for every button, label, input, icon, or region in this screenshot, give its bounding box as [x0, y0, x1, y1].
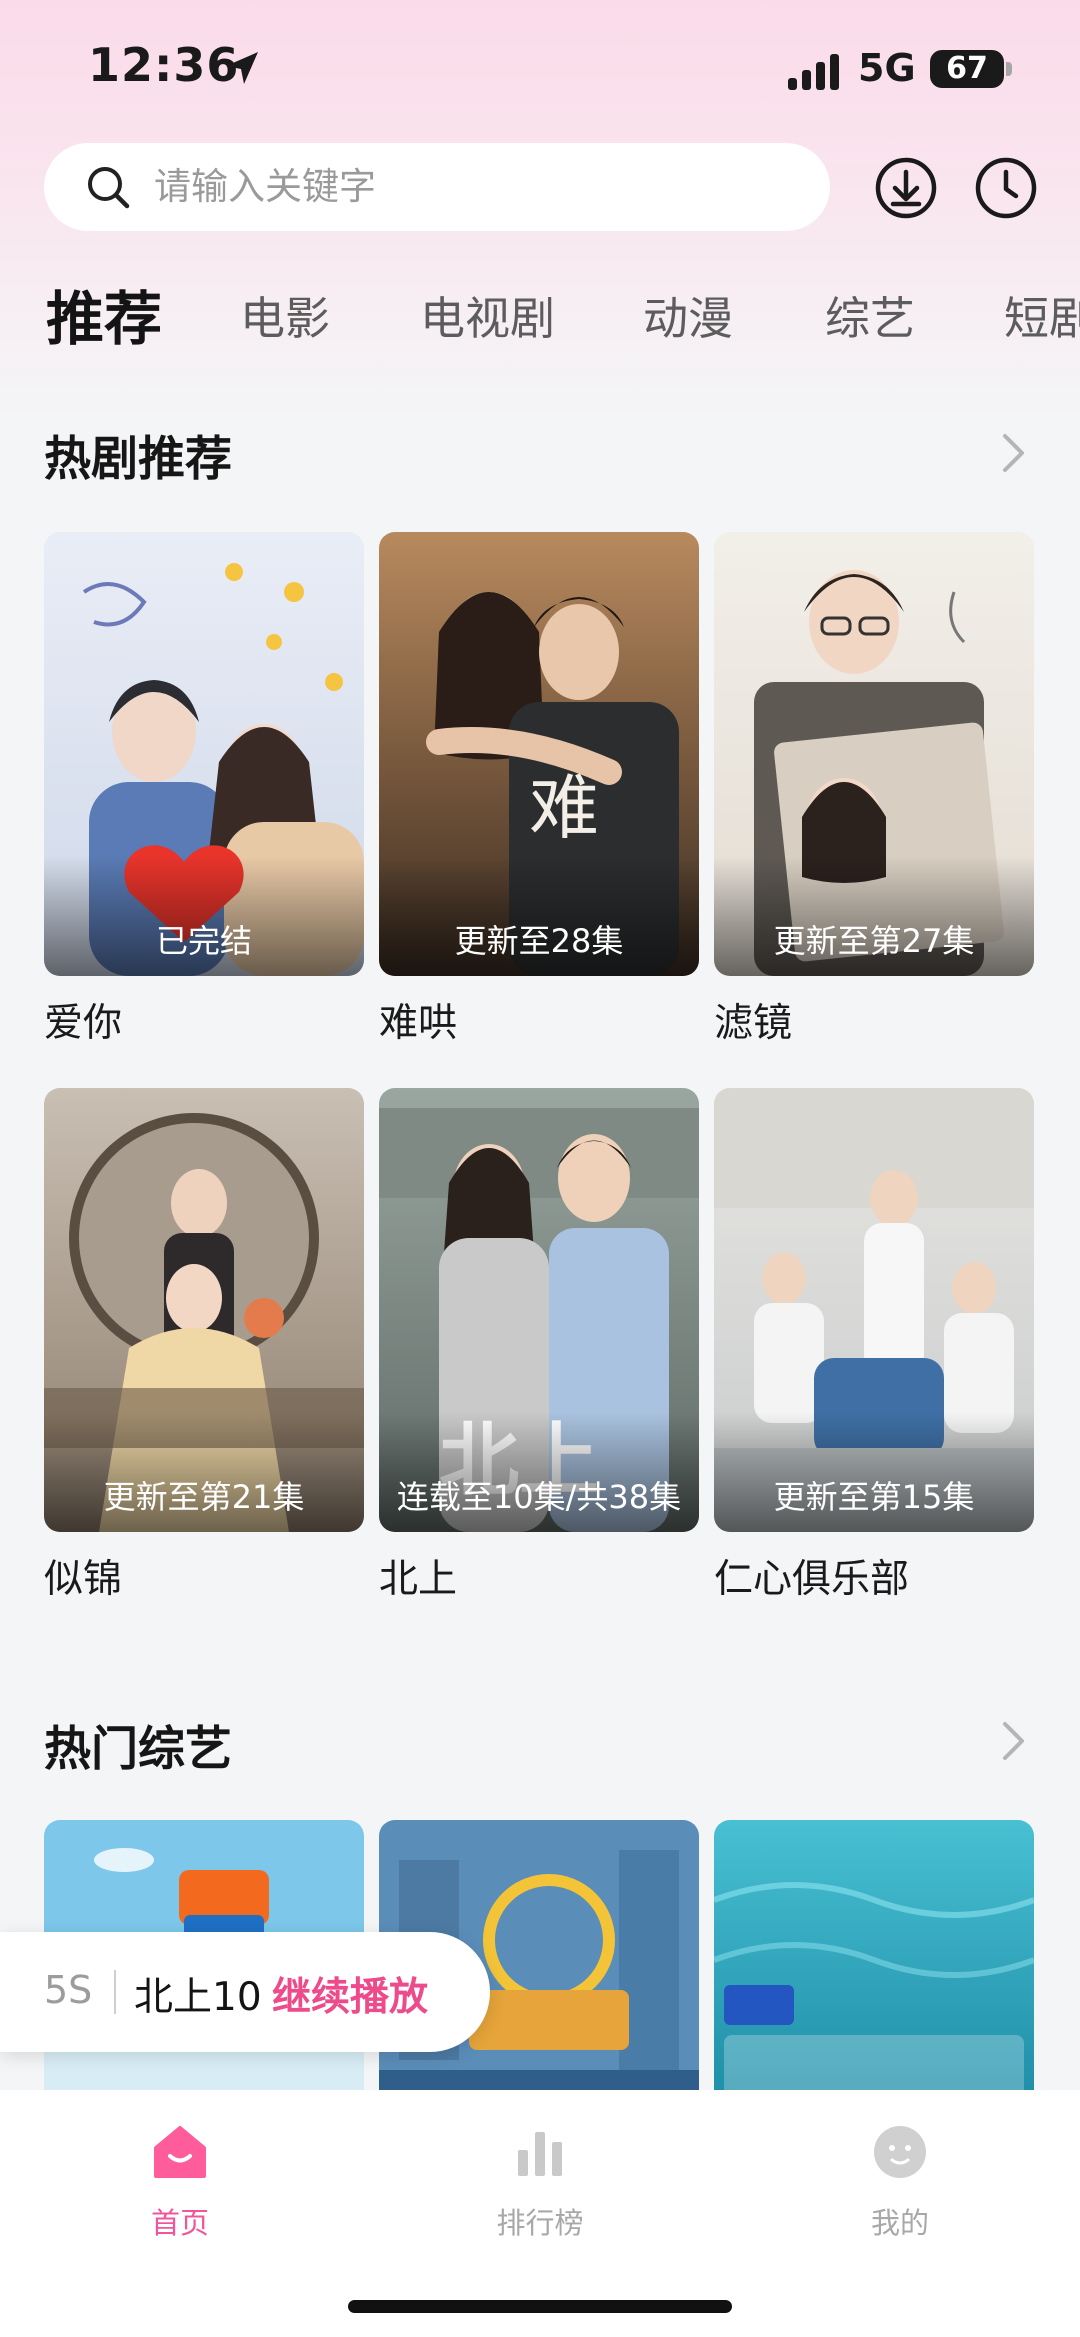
search-input[interactable]: 请输入关键字 [44, 143, 830, 231]
chevron-right-icon[interactable] [996, 1718, 1030, 1764]
tab-tv-series[interactable]: 电视剧 [420, 282, 555, 347]
episode-badge: 已完结 [155, 922, 252, 960]
category-tabs: 推荐 电影 电视剧 动漫 综艺 短剧 [0, 268, 1080, 348]
network-type: 5G [858, 46, 916, 90]
home-indicator [348, 2300, 732, 2313]
search-icon [88, 167, 130, 209]
drama-card-bei-shang[interactable]: 北上 连载至10集/共38集 北上 [379, 1088, 699, 1604]
episode-badge: 更新至第15集 [773, 1478, 975, 1516]
battery-level: 67 [946, 51, 988, 86]
nav-item-ranking[interactable]: 排行榜 [440, 2120, 640, 2242]
poster-image: 难 更新至28集 [379, 532, 699, 976]
drama-title: 北上 [379, 1557, 458, 1602]
episode-badge: 更新至28集 [454, 922, 624, 960]
home-icon [154, 2126, 206, 2178]
nav-item-profile[interactable]: 我的 [800, 2120, 1000, 2242]
status-time: 12:36 [88, 38, 240, 92]
profile-icon [874, 2126, 926, 2178]
download-icon[interactable] [874, 156, 938, 220]
nav-item-home[interactable]: 首页 [80, 2120, 280, 2242]
drama-card-nan-hong[interactable]: 难 更新至28集 难哄 [379, 532, 699, 1048]
drama-card-ai-ni[interactable]: 已完结 爱你 [44, 532, 364, 1048]
drama-card-si-jin[interactable]: 更新至第21集 似锦 [44, 1088, 364, 1604]
continue-time: 5S [44, 1968, 93, 2012]
battery-icon: 67 [930, 50, 1004, 88]
search-placeholder: 请输入关键字 [154, 165, 376, 208]
chevron-right-icon[interactable] [996, 430, 1030, 476]
drama-title: 滤镜 [714, 1001, 793, 1046]
status-bar: 12:36 5G 67 [0, 0, 1080, 140]
battery-cap [1006, 62, 1012, 76]
episode-badge: 更新至第21集 [103, 1478, 305, 1516]
nav-label: 首页 [150, 2206, 209, 2240]
nav-label: 排行榜 [496, 2206, 584, 2240]
poster-image: 北上 连载至10集/共38集 [379, 1088, 699, 1532]
drama-card-ren-xin-club[interactable]: 更新至第15集 仁心俱乐部 [714, 1088, 1034, 1604]
divider [114, 1970, 116, 2014]
tab-movies[interactable]: 电影 [240, 282, 330, 347]
episode-badge: 连载至10集/共38集 [396, 1478, 682, 1516]
tab-anime[interactable]: 动漫 [643, 282, 733, 347]
drama-title: 似锦 [44, 1557, 123, 1602]
history-clock-icon[interactable] [974, 156, 1038, 220]
drama-title: 爱你 [44, 1001, 123, 1046]
location-arrow-icon [226, 52, 258, 84]
section-title-hot-dramas: 热剧推荐 [44, 432, 232, 487]
poster-image: 更新至第21集 [44, 1088, 364, 1532]
episode-badge: 更新至第27集 [773, 922, 975, 960]
ranking-icon [518, 2132, 562, 2176]
poster-image: 更新至第27集 [714, 532, 1034, 976]
tab-recommend[interactable]: 推荐 [46, 272, 162, 348]
tab-variety[interactable]: 综艺 [825, 282, 915, 347]
drama-title: 仁心俱乐部 [714, 1557, 910, 1602]
drama-card-lv-jing[interactable]: 更新至第27集 滤镜 [714, 532, 1034, 1048]
continue-title: 北上10 [134, 1975, 262, 2020]
poster-image: 更新至第15集 [714, 1088, 1034, 1532]
section-title-hot-variety: 热门综艺 [44, 1722, 232, 1777]
signal-icon [788, 54, 839, 90]
tab-short-drama[interactable]: 短剧 [1004, 282, 1080, 347]
continue-play-button[interactable]: 继续播放 [272, 1966, 428, 2022]
variety-poster-3[interactable] [714, 1820, 1034, 2120]
drama-title: 难哄 [379, 1001, 458, 1046]
svg-text:难: 难 [529, 767, 599, 849]
continue-watching-bar[interactable]: 5S 北上10 继续播放 [0, 1932, 490, 2052]
poster-image: 已完结 [44, 532, 364, 976]
nav-label: 我的 [870, 2206, 929, 2240]
